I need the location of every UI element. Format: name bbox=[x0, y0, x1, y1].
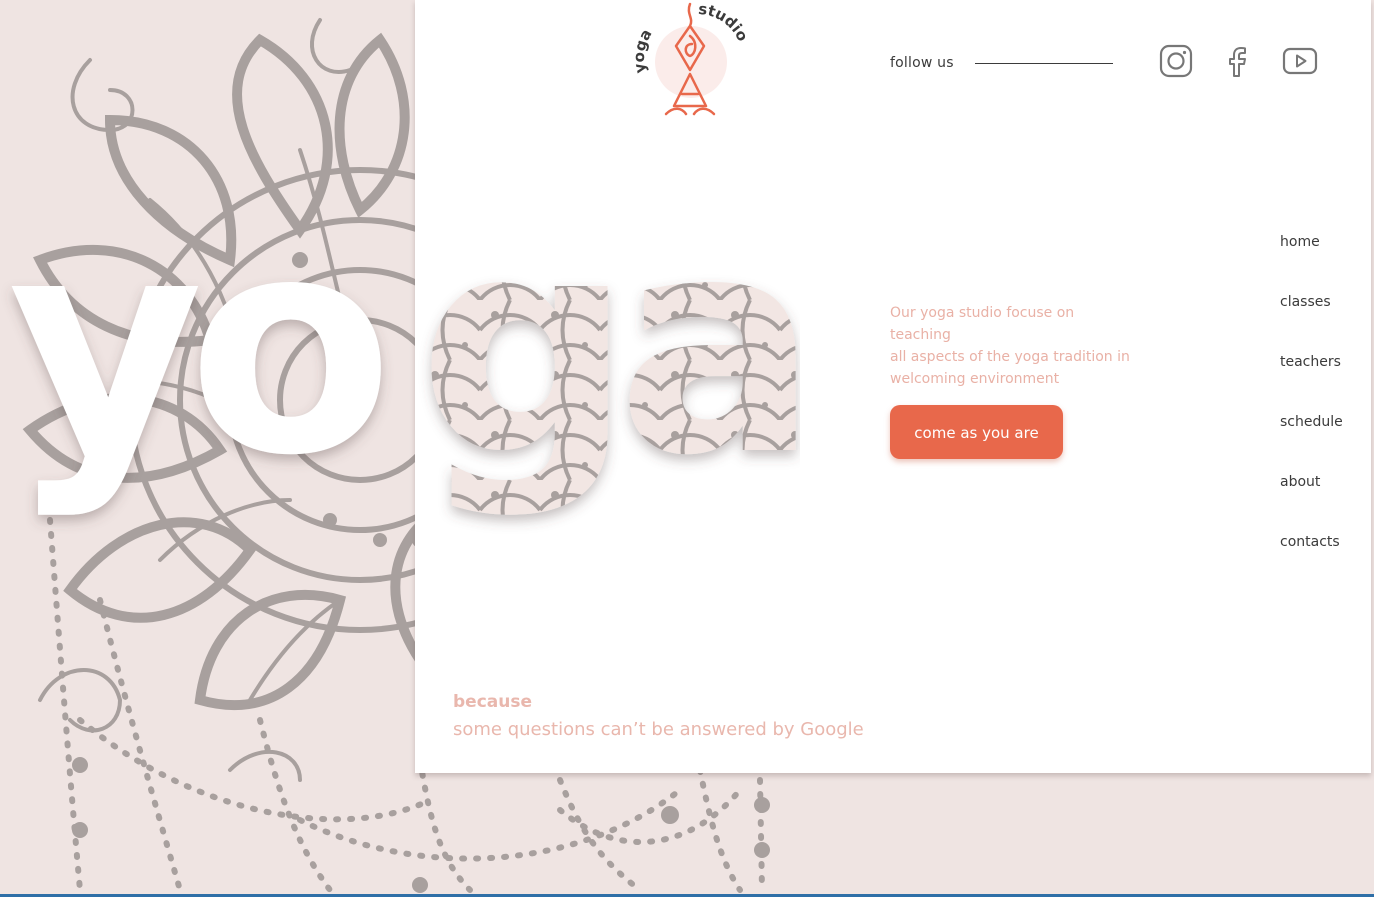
hero-tagline: Our yoga studio focuse on teaching all a… bbox=[890, 305, 1130, 387]
studio-logo[interactable]: yoga studio bbox=[632, 2, 750, 120]
nav-item-contacts[interactable]: contacts bbox=[1280, 530, 1343, 590]
come-as-you-are-button[interactable]: come as you are bbox=[890, 405, 1063, 459]
main-nav: home classes teachers schedule about con… bbox=[1280, 230, 1343, 590]
logo-left-text: yoga bbox=[632, 26, 656, 75]
instagram-icon[interactable] bbox=[1157, 42, 1195, 80]
nav-item-home[interactable]: home bbox=[1280, 230, 1343, 290]
follow-divider bbox=[975, 63, 1113, 64]
quote-text: some questions can’t be answered by Goog… bbox=[453, 719, 864, 740]
svg-text:yoga: yoga bbox=[632, 26, 656, 75]
follow-us-label: follow us bbox=[890, 55, 954, 71]
because-heading: because bbox=[453, 692, 532, 712]
nav-item-schedule[interactable]: schedule bbox=[1280, 410, 1343, 470]
nav-item-teachers[interactable]: teachers bbox=[1280, 350, 1343, 410]
youtube-icon[interactable] bbox=[1281, 42, 1319, 80]
nav-item-about[interactable]: about bbox=[1280, 470, 1343, 530]
facebook-icon[interactable] bbox=[1219, 42, 1257, 80]
nav-item-classes[interactable]: classes bbox=[1280, 290, 1343, 350]
